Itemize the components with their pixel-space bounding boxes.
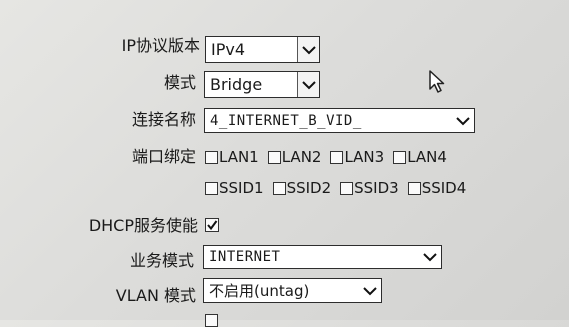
port-binding-label: 端口绑定 xyxy=(131,147,196,166)
lan1-checkbox[interactable]: LAN1 xyxy=(205,148,259,166)
ssid4-label: SSID4 xyxy=(421,179,467,197)
service-mode-select[interactable]: INTERNET xyxy=(203,245,442,269)
checkmark-icon xyxy=(207,220,218,231)
ip-version-value: IPv4 xyxy=(211,39,246,59)
ssid3-label: SSID3 xyxy=(354,179,399,197)
dhcp-checkbox[interactable] xyxy=(205,218,219,232)
checkbox-box[interactable] xyxy=(272,181,286,195)
vlan-mode-dropdown-button[interactable] xyxy=(359,280,381,302)
ip-version-select[interactable]: IPv4 xyxy=(205,36,320,63)
lan4-label: LAN4 xyxy=(407,148,447,166)
chevron-down-icon xyxy=(301,45,316,54)
connection-name-value: 4_INTERNET_B_VID_ xyxy=(210,112,362,129)
chevron-down-icon xyxy=(423,253,437,262)
vlan-mode-select[interactable]: 不启用(untag) xyxy=(203,278,382,303)
next-row-checkbox[interactable] xyxy=(205,314,218,327)
port-binding-ssid-row: SSID1 SSID2 SSID3 SSID4 xyxy=(205,179,475,197)
lan1-label: LAN1 xyxy=(219,148,259,166)
vlan-mode-label: VLAN 模式 xyxy=(115,286,196,305)
lan2-label: LAN2 xyxy=(281,148,322,166)
service-mode-label: 业务模式 xyxy=(129,251,194,270)
checkbox-box[interactable] xyxy=(340,181,354,195)
lan2-checkbox[interactable]: LAN2 xyxy=(267,148,322,166)
wan-config-form: IP协议版本 IPv4 模式 Bridge 连接名称 4_INTERNET_B_… xyxy=(0,0,569,327)
chevron-down-icon xyxy=(363,286,377,295)
vlan-mode-value: 不启用(untag) xyxy=(209,281,310,300)
mode-value: Bridge xyxy=(210,74,263,94)
lan3-checkbox[interactable]: LAN3 xyxy=(330,148,384,166)
mode-label: 模式 xyxy=(163,73,196,92)
ssid2-checkbox[interactable]: SSID2 xyxy=(272,179,332,197)
ssid1-checkbox[interactable]: SSID1 xyxy=(205,179,264,197)
port-binding-lan-row: LAN1 LAN2 LAN3 LAN4 xyxy=(205,148,456,166)
checkbox-box[interactable] xyxy=(205,150,218,164)
ssid1-label: SSID1 xyxy=(219,179,264,197)
mode-select[interactable]: Bridge xyxy=(204,71,320,98)
mouse-cursor-icon xyxy=(429,70,445,93)
connection-name-dropdown-button[interactable] xyxy=(452,110,474,132)
checkbox-box[interactable] xyxy=(407,181,421,195)
ssid3-checkbox[interactable]: SSID3 xyxy=(340,179,399,197)
ssid2-label: SSID2 xyxy=(286,179,332,197)
service-mode-dropdown-button[interactable] xyxy=(419,246,441,268)
checkbox-box[interactable] xyxy=(393,150,407,164)
connection-name-label: 连接名称 xyxy=(131,110,196,129)
ip-version-dropdown-button[interactable] xyxy=(297,37,319,62)
chevron-down-icon xyxy=(456,116,470,125)
dhcp-label: DHCP服务使能 xyxy=(88,216,198,235)
mode-dropdown-button[interactable] xyxy=(297,72,319,97)
service-mode-value: INTERNET xyxy=(209,249,281,265)
checkbox-box[interactable] xyxy=(267,150,281,164)
chevron-down-icon xyxy=(301,80,316,89)
checkbox-box[interactable] xyxy=(205,181,218,195)
lan4-checkbox[interactable]: LAN4 xyxy=(393,148,447,166)
ssid4-checkbox[interactable]: SSID4 xyxy=(407,179,467,197)
checkbox-box[interactable] xyxy=(330,150,344,164)
lan3-label: LAN3 xyxy=(344,148,385,166)
connection-name-select[interactable]: 4_INTERNET_B_VID_ xyxy=(204,108,475,133)
ip-version-label: IP协议版本 xyxy=(121,36,200,55)
